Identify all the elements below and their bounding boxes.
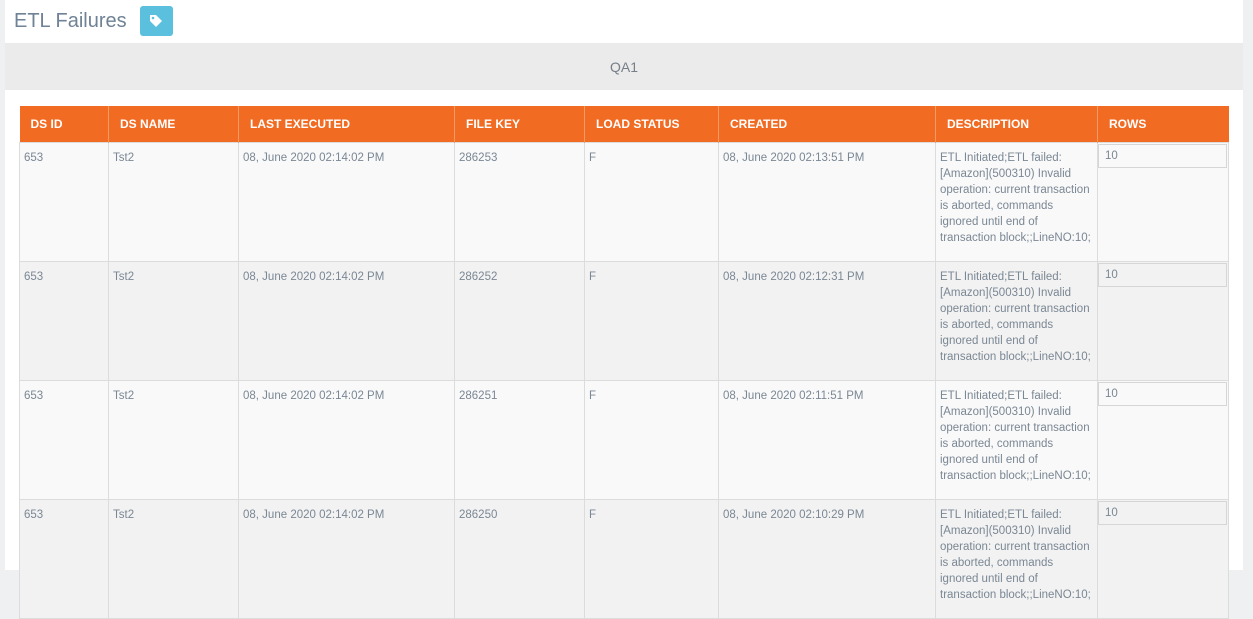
file-key-cell: 286250 bbox=[454, 498, 585, 619]
table-row: 653 Tst2 08, June 2020 02:14:02 PM 28625… bbox=[19, 260, 1229, 381]
ds-id-cell: 653 bbox=[19, 260, 109, 381]
ds-id-cell: 653 bbox=[19, 498, 109, 619]
etl-failures-table: DS ID DS NAME LAST EXECUTED FILE KEY LOA… bbox=[19, 106, 1229, 619]
created-cell: 08, June 2020 02:13:51 PM bbox=[718, 141, 936, 262]
load-status-cell: F bbox=[584, 260, 719, 381]
description-cell: ETL Initiated;ETL failed: [Amazon](50031… bbox=[935, 379, 1098, 500]
column-header-created[interactable]: CREATED bbox=[718, 106, 936, 142]
title-row: ETL Failures bbox=[14, 4, 173, 38]
load-status-cell: F bbox=[584, 498, 719, 619]
file-key-cell: 286251 bbox=[454, 379, 585, 500]
rows-field[interactable]: 10 bbox=[1098, 500, 1227, 525]
last-executed-cell: 08, June 2020 02:14:02 PM bbox=[238, 379, 455, 500]
ds-name-cell: Tst2 bbox=[108, 260, 239, 381]
column-header-last-executed[interactable]: LAST EXECUTED bbox=[238, 106, 455, 142]
column-header-description[interactable]: DESCRIPTION bbox=[935, 106, 1098, 142]
load-status-cell: F bbox=[584, 141, 719, 262]
load-status-cell: F bbox=[584, 379, 719, 500]
table-row: 653 Tst2 08, June 2020 02:14:02 PM 28625… bbox=[19, 141, 1229, 262]
rows-field[interactable]: 10 bbox=[1098, 143, 1227, 168]
table-header-row: DS ID DS NAME LAST EXECUTED FILE KEY LOA… bbox=[19, 106, 1229, 142]
created-cell: 08, June 2020 02:10:29 PM bbox=[718, 498, 936, 619]
column-header-ds-name[interactable]: DS NAME bbox=[108, 106, 239, 142]
rows-cell: 10 bbox=[1097, 260, 1229, 381]
column-header-file-key[interactable]: FILE KEY bbox=[454, 106, 585, 142]
file-key-cell: 286253 bbox=[454, 141, 585, 262]
description-cell: ETL Initiated;ETL failed: [Amazon](50031… bbox=[935, 260, 1098, 381]
rows-field[interactable]: 10 bbox=[1098, 262, 1227, 287]
description-cell: ETL Initiated;ETL failed: [Amazon](50031… bbox=[935, 498, 1098, 619]
page-title: ETL Failures bbox=[14, 10, 127, 32]
description-cell: ETL Initiated;ETL failed: [Amazon](50031… bbox=[935, 141, 1098, 262]
ds-name-cell: Tst2 bbox=[108, 498, 239, 619]
created-cell: 08, June 2020 02:11:51 PM bbox=[718, 379, 936, 500]
file-key-cell: 286252 bbox=[454, 260, 585, 381]
ds-name-cell: Tst2 bbox=[108, 379, 239, 500]
rows-cell: 10 bbox=[1097, 141, 1229, 262]
created-cell: 08, June 2020 02:12:31 PM bbox=[718, 260, 936, 381]
last-executed-cell: 08, June 2020 02:14:02 PM bbox=[238, 260, 455, 381]
etl-failures-table-container: DS ID DS NAME LAST EXECUTED FILE KEY LOA… bbox=[19, 106, 1229, 619]
rows-field[interactable]: 10 bbox=[1098, 381, 1227, 406]
ds-id-cell: 653 bbox=[19, 379, 109, 500]
column-header-rows[interactable]: ROWS bbox=[1097, 106, 1229, 142]
ds-id-cell: 653 bbox=[19, 141, 109, 262]
table-row: 653 Tst2 08, June 2020 02:14:02 PM 28625… bbox=[19, 498, 1229, 619]
rows-cell: 10 bbox=[1097, 498, 1229, 619]
tag-icon bbox=[150, 15, 163, 27]
environment-label: QA1 bbox=[609, 58, 638, 75]
ds-name-cell: Tst2 bbox=[108, 141, 239, 262]
rows-cell: 10 bbox=[1097, 379, 1229, 500]
last-executed-cell: 08, June 2020 02:14:02 PM bbox=[238, 498, 455, 619]
table-row: 653 Tst2 08, June 2020 02:14:02 PM 28625… bbox=[19, 379, 1229, 500]
last-executed-cell: 08, June 2020 02:14:02 PM bbox=[238, 141, 455, 262]
tag-button[interactable] bbox=[139, 6, 173, 36]
etl-failures-panel: ETL Failures QA1 DS ID DS NAME LAST EXEC… bbox=[5, 0, 1243, 619]
column-header-load-status[interactable]: LOAD STATUS bbox=[584, 106, 719, 142]
column-header-ds-id[interactable]: DS ID bbox=[19, 106, 109, 142]
environment-bar: QA1 bbox=[5, 43, 1243, 90]
